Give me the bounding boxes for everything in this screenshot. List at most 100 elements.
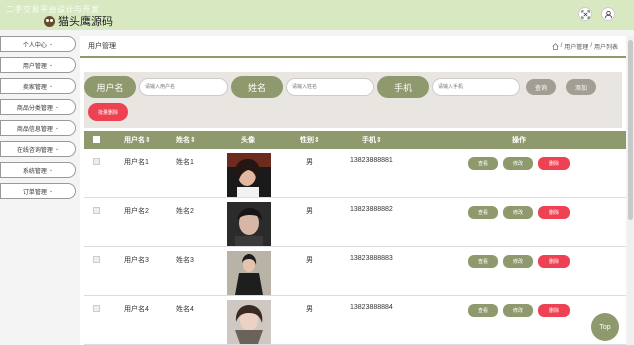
edit-button[interactable]: 修改 <box>503 157 533 170</box>
sidebar-item-label: 订单管理 <box>22 189 47 196</box>
breadcrumb: / 用户管理 / 用户列表 <box>552 42 618 51</box>
chevron-down-icon: ⌄ <box>48 188 54 194</box>
column-header-gender[interactable]: 性别 ⇕ <box>300 131 320 149</box>
sidebar-item-order-management[interactable]: 订单管理 ⌄ <box>0 183 76 199</box>
view-button[interactable]: 查看 <box>468 255 498 268</box>
view-button[interactable]: 查看 <box>468 206 498 219</box>
column-header-username[interactable]: 用户名 ⇕ <box>124 131 151 149</box>
cell-username: 用户名3 <box>124 257 149 264</box>
cell-gender: 男 <box>306 208 313 215</box>
sort-icon: ⇕ <box>314 137 320 144</box>
cell-phone: 13823888884 <box>350 304 393 311</box>
sidebar-item-label: 商品分类管理 <box>16 105 53 112</box>
query-button[interactable]: 查询 <box>526 79 556 95</box>
cell-name: 姓名4 <box>176 306 194 313</box>
delete-button[interactable]: 删除 <box>538 206 570 219</box>
page-scrollbar[interactable] <box>627 36 634 345</box>
delete-button[interactable]: 删除 <box>538 157 570 170</box>
table-header: 用户名 ⇕ 姓名 ⇕ 头像 性别 ⇕ 手机 ⇕ 操作 <box>84 131 626 149</box>
breadcrumb-sep: / <box>560 43 563 49</box>
delete-button[interactable]: 删除 <box>538 255 570 268</box>
username-label: 用户名 <box>84 76 136 98</box>
breadcrumb-item-user-management[interactable]: 用户管理 <box>564 42 588 51</box>
select-all-checkbox[interactable] <box>93 136 100 143</box>
sidebar-item-label: 在线咨询管理 <box>16 147 53 154</box>
page-title: 用户管理 <box>88 43 116 50</box>
sidebar-item-label: 系统管理 <box>22 168 47 175</box>
cell-username: 用户名1 <box>124 159 149 166</box>
owl-logo-icon <box>44 15 55 27</box>
watermark: 猫头鹰源码 <box>44 13 113 29</box>
top-bar: 二手交易平台设计与开发 猫头鹰源码 <box>0 0 634 30</box>
sidebar-item-label: 用户管理 <box>22 63 47 70</box>
sidebar-item-label: 个人中心 <box>22 42 47 49</box>
user-table: 用户名 ⇕ 姓名 ⇕ 头像 性别 ⇕ 手机 ⇕ 操作 用户名1 姓名1 男 138238… <box>84 131 626 345</box>
sort-icon: ⇕ <box>145 137 151 144</box>
cell-phone: 13823888882 <box>350 206 393 213</box>
chevron-down-icon: ⌄ <box>54 125 60 131</box>
table-row: 用户名4 姓名4 男 13823888884 查看 修改 删除 <box>84 296 626 345</box>
fullscreen-icon <box>580 9 590 19</box>
edit-button[interactable]: 修改 <box>503 206 533 219</box>
scrollbar-thumb[interactable] <box>628 40 633 220</box>
edit-button[interactable]: 修改 <box>503 255 533 268</box>
name-input[interactable] <box>286 78 374 96</box>
chevron-down-icon: ⌄ <box>54 146 60 152</box>
sidebar-item-label: 卖家管理 <box>22 84 47 91</box>
phone-label: 手机 <box>377 76 429 98</box>
column-header-phone[interactable]: 手机 ⇕ <box>362 131 382 149</box>
sort-icon: ⇕ <box>376 137 382 144</box>
delete-button[interactable]: 删除 <box>538 304 570 317</box>
breadcrumb-sep: / <box>590 43 592 49</box>
edit-button[interactable]: 修改 <box>503 304 533 317</box>
phone-input[interactable] <box>432 78 520 96</box>
cell-gender: 男 <box>306 159 313 166</box>
chevron-down-icon: ⌄ <box>54 104 60 110</box>
main-panel: 用户管理 / 用户管理 / 用户列表 用户名 姓名 手机 查询 添加 批量删除 … <box>80 36 626 345</box>
add-button[interactable]: 添加 <box>566 79 596 95</box>
row-checkbox[interactable] <box>93 305 100 312</box>
breadcrumb-item-user-list: 用户列表 <box>593 44 618 51</box>
table-row: 用户名1 姓名1 男 13823888881 查看 修改 删除 <box>84 149 626 198</box>
avatar <box>227 300 271 344</box>
avatar <box>227 251 271 295</box>
row-checkbox[interactable] <box>93 207 100 214</box>
row-checkbox[interactable] <box>93 158 100 165</box>
sidebar-item-personal-center[interactable]: 个人中心 ⌄ <box>0 36 76 52</box>
user-menu-button[interactable] <box>601 7 615 21</box>
cell-name: 姓名1 <box>176 159 194 166</box>
username-input[interactable] <box>139 78 228 96</box>
sidebar-item-system-management[interactable]: 系统管理 ⌄ <box>0 162 76 178</box>
sidebar-item-product-management[interactable]: 商品信息管理 ⌄ <box>0 120 76 136</box>
sidebar-item-category-management[interactable]: 商品分类管理 ⌄ <box>0 99 76 115</box>
sidebar: 个人中心 ⌄ 用户管理 ⌄ 卖家管理 ⌄ 商品分类管理 ⌄ 商品信息管理 ⌄ 在线咨询管理… <box>0 36 78 204</box>
avatar <box>227 153 271 197</box>
sidebar-item-consult-management[interactable]: 在线咨询管理 ⌄ <box>0 141 76 157</box>
back-to-top-button[interactable]: Top <box>591 313 619 341</box>
chevron-down-icon: ⌄ <box>48 167 54 173</box>
watermark-text: 猫头鹰源码 <box>58 16 113 28</box>
page-header: 用户管理 / 用户管理 / 用户列表 <box>80 36 626 58</box>
fullscreen-button[interactable] <box>578 7 592 21</box>
cell-name: 姓名2 <box>176 208 194 215</box>
avatar <box>227 202 271 246</box>
chevron-down-icon: ⌄ <box>48 83 54 89</box>
cell-username: 用户名2 <box>124 208 149 215</box>
chevron-down-icon: ⌄ <box>48 62 54 68</box>
sidebar-item-user-management[interactable]: 用户管理 ⌄ <box>0 57 76 73</box>
name-label: 姓名 <box>231 76 283 98</box>
cell-gender: 男 <box>306 306 313 313</box>
table-row: 用户名3 姓名3 男 13823888883 查看 修改 删除 <box>84 247 626 296</box>
column-header-avatar: 头像 <box>241 137 255 144</box>
view-button[interactable]: 查看 <box>468 157 498 170</box>
view-button[interactable]: 查看 <box>468 304 498 317</box>
column-header-actions: 操作 <box>512 137 526 144</box>
row-checkbox[interactable] <box>93 256 100 263</box>
batch-delete-button[interactable]: 批量删除 <box>88 103 128 121</box>
cell-name: 姓名3 <box>176 257 194 264</box>
cell-gender: 男 <box>306 257 313 264</box>
column-header-name[interactable]: 姓名 ⇕ <box>176 131 196 149</box>
home-icon[interactable] <box>552 42 559 50</box>
cell-username: 用户名4 <box>124 306 149 313</box>
sidebar-item-seller-management[interactable]: 卖家管理 ⌄ <box>0 78 76 94</box>
